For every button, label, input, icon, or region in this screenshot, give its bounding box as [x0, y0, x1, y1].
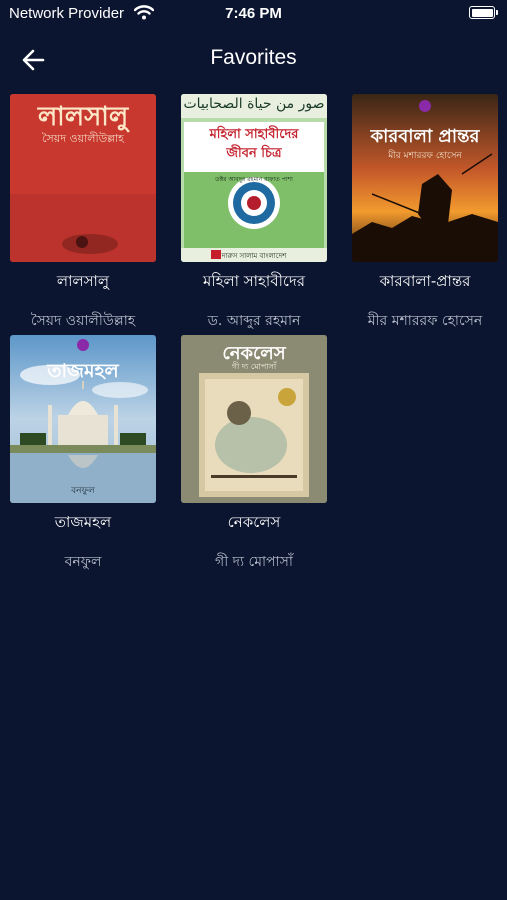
cover-title-line2: জীবন চিত্র: [226, 146, 282, 161]
book-author: গী দ্য মোপাসাঁ: [215, 554, 293, 570]
book-item[interactable]: صور من حياة الصحابيات মহিলা সাহাবীদের জী…: [181, 94, 327, 333]
cover-author: সৈয়দ ওয়ালীউল্লাহ: [42, 132, 124, 145]
cover-title-line1: মহিলা সাহাবীদের: [209, 127, 299, 142]
book-cover: লালসালু সৈয়দ ওয়ালীউল্লাহ: [10, 94, 156, 262]
book-author: বনফুল: [64, 554, 102, 570]
book-title: লালসালু: [56, 272, 110, 290]
book-cover: صور من حياة الصحابيات মহিলা সাহাবীদের জী…: [181, 94, 327, 262]
book-author: মীর মশাররফ হোসেন: [367, 313, 483, 329]
book-title: কারবালা-প্রান্তর: [379, 272, 471, 290]
book-item[interactable]: তাজমহল বনফুল তাজমহল বনফুল: [10, 335, 156, 574]
cover-publisher: দারুস সালাম বাংলাদেশ: [221, 252, 287, 260]
book-item[interactable]: লালসালু সৈয়দ ওয়ালীউল্লাহ লালসালু সৈয়দ…: [10, 94, 156, 333]
cover-art: [352, 94, 498, 262]
book-author: ড. আব্দুর রহমান: [207, 313, 301, 329]
cover-arabic: صور من حياة الصحابيات: [183, 96, 325, 112]
cover-title: তাজমহল: [47, 360, 119, 382]
book-cover: কারবালা প্রান্তর মীর মশাররফ হোসেন: [352, 94, 498, 262]
book-title: নেকলেস: [227, 513, 281, 531]
book-cover: তাজমহল বনফুল: [10, 335, 156, 503]
book-item[interactable]: নেকলেস গী দ্য মোপাসাঁ নেকলেস গী দ্য মোপা…: [181, 335, 327, 574]
cover-author: বনফুল: [71, 486, 95, 496]
book-item[interactable]: কারবালা প্রান্তর মীর মশাররফ হোসেন কারবাল…: [352, 94, 498, 333]
book-title: মহিলা সাহাবীদের: [202, 272, 306, 290]
favorites-grid: লালসালু সৈয়দ ওয়ালীউল্লাহ লালসালু সৈয়দ…: [0, 0, 507, 900]
cover-author: মীর মশাররফ হোসেন: [388, 151, 462, 161]
cover-author: ডক্টর আবদুর রহমান রাফাত পাশা: [215, 176, 293, 183]
cover-author: গী দ্য মোপাসাঁ: [231, 362, 277, 371]
book-cover: নেকলেস গী দ্য মোপাসাঁ: [181, 335, 327, 503]
book-title: তাজমহল: [54, 513, 112, 531]
book-author: সৈয়দ ওয়ালীউল্লাহ: [30, 313, 136, 329]
